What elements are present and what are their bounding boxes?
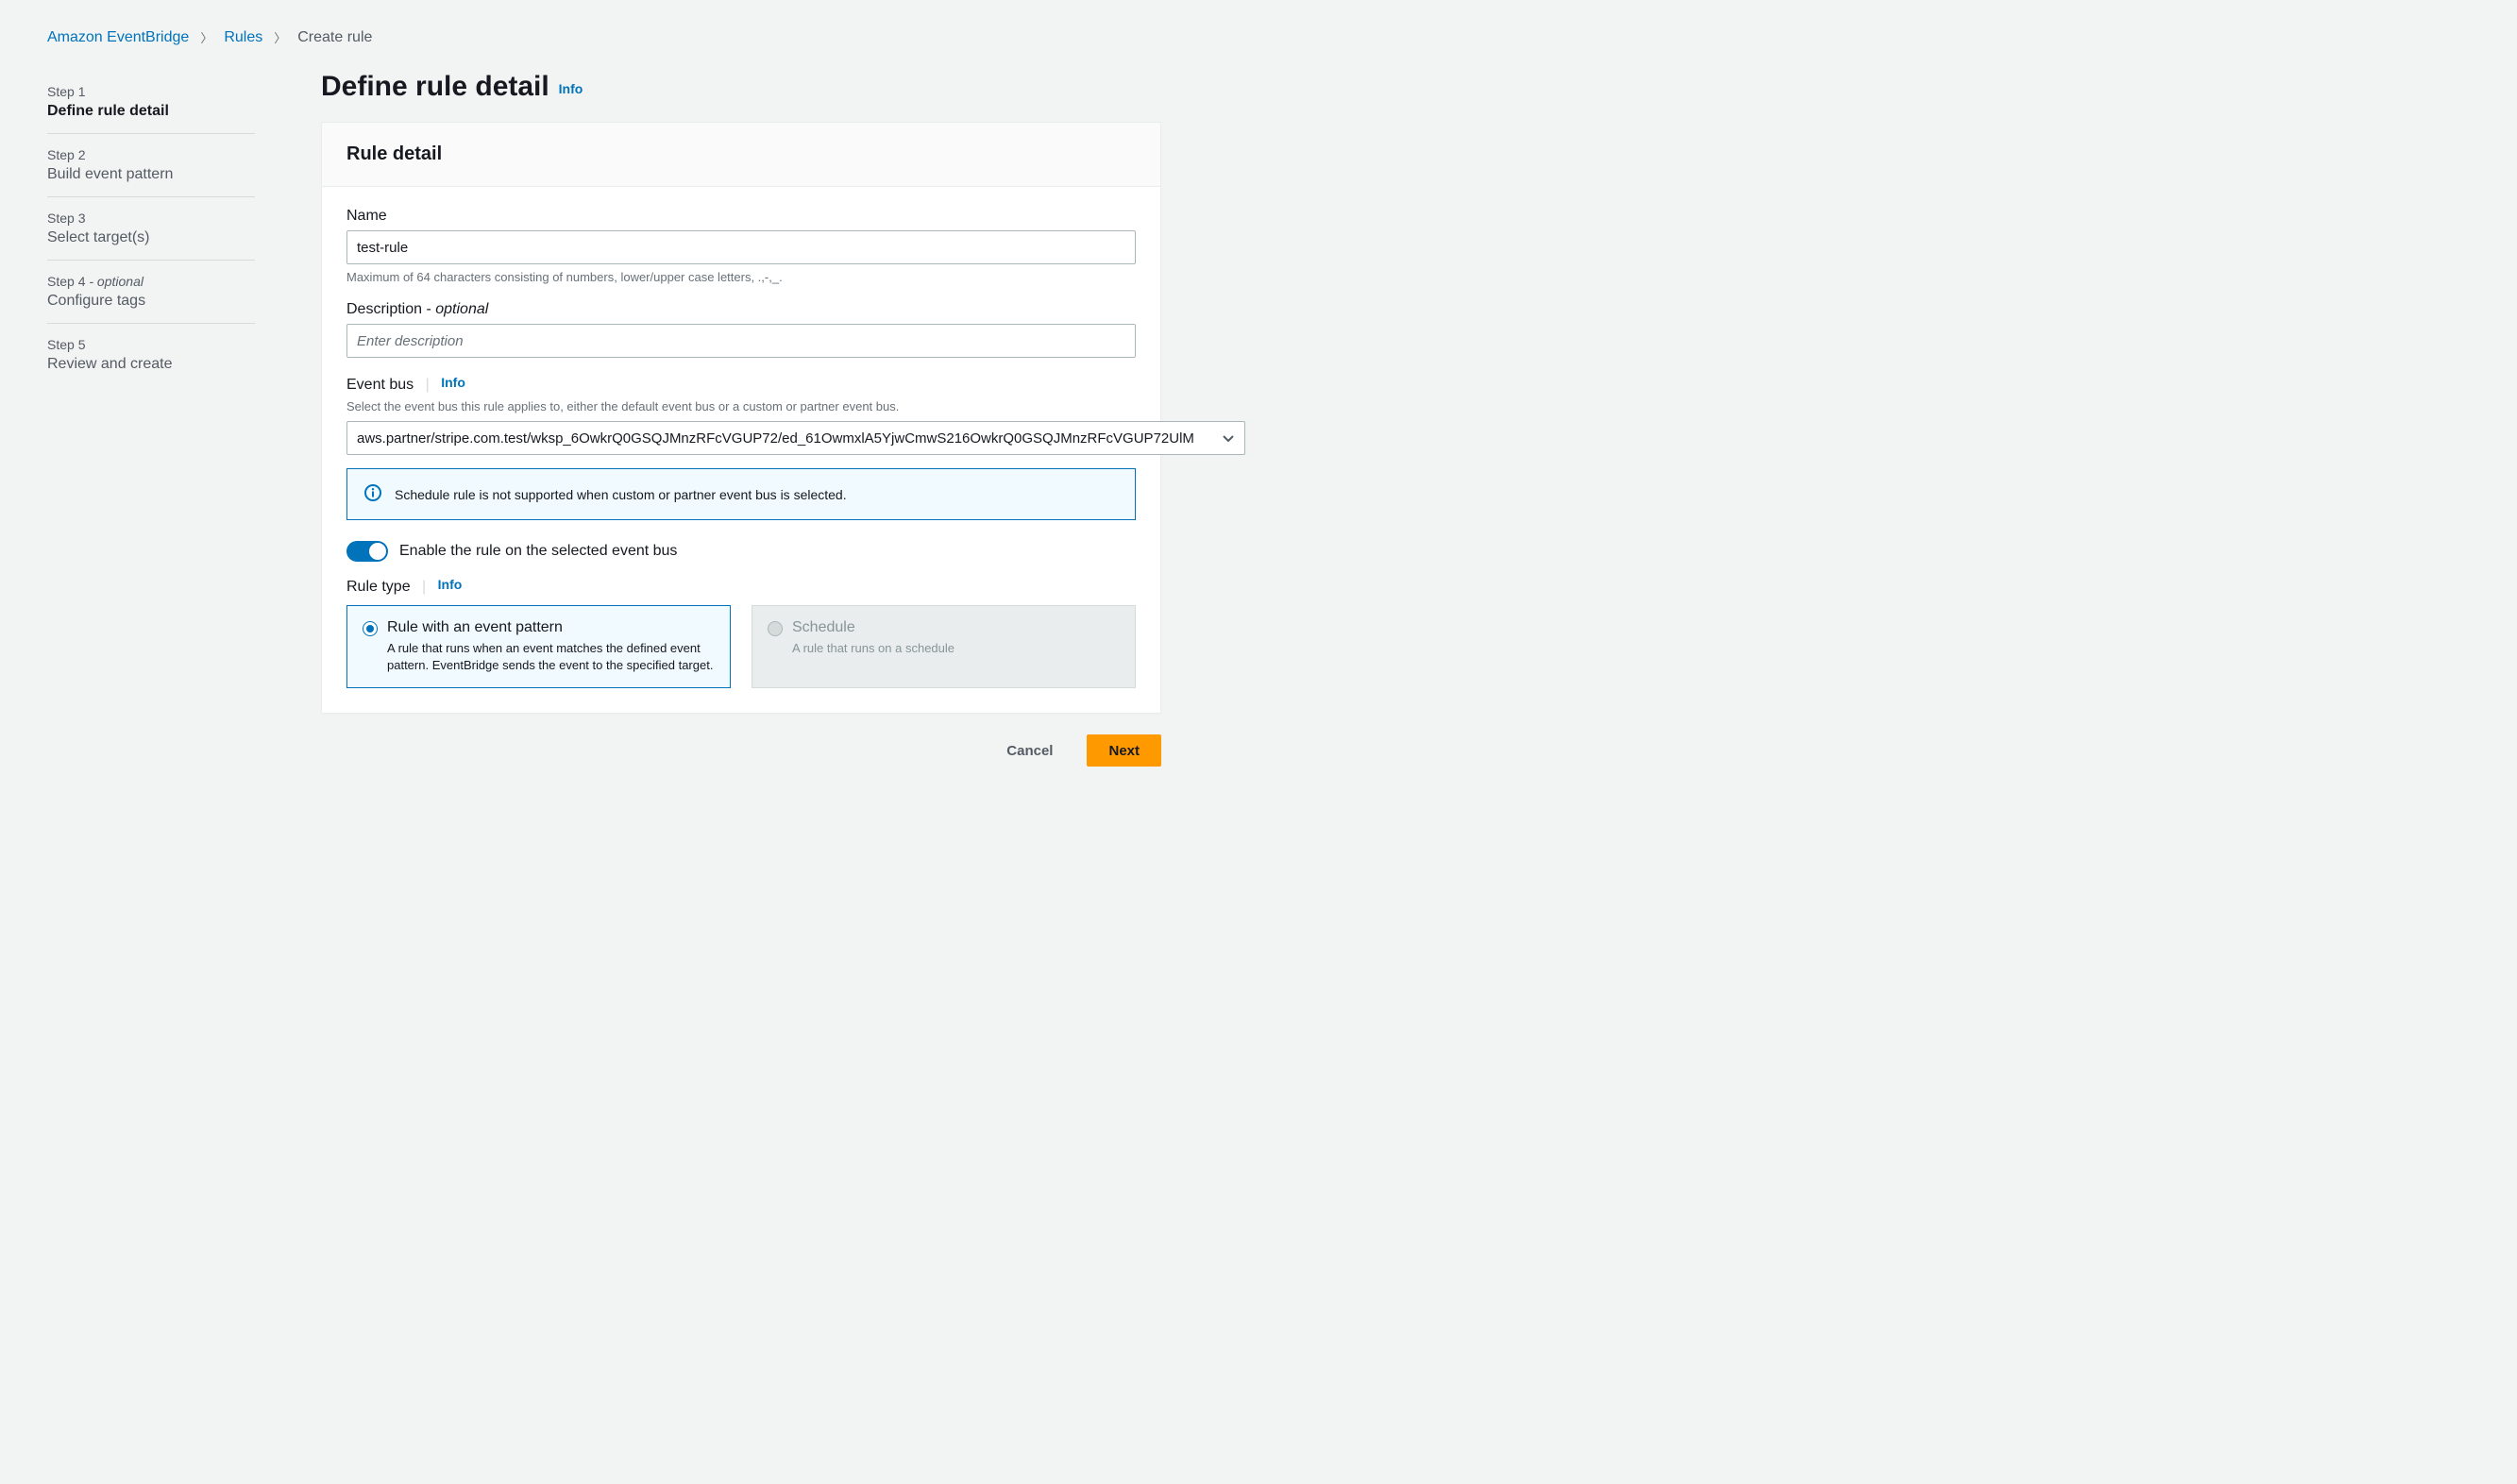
step-optional: - optional — [85, 274, 143, 289]
chevron-right-icon: 〉 — [274, 28, 286, 46]
option-title: Rule with an event pattern — [387, 619, 715, 636]
rule-type-info-link[interactable]: Info — [438, 577, 463, 592]
panel-header: Rule detail — [322, 123, 1160, 187]
rule-detail-panel: Rule detail Name Maximum of 64 character… — [321, 122, 1161, 714]
breadcrumb-rules[interactable]: Rules — [224, 29, 262, 46]
description-input[interactable] — [346, 324, 1136, 358]
event-bus-info-link[interactable]: Info — [441, 375, 465, 390]
step-name: Define rule detail — [47, 103, 255, 120]
wizard-step-5[interactable]: Step 5 Review and create — [47, 324, 255, 386]
event-bus-label: Event bus | Info — [346, 375, 1136, 394]
wizard-step-1[interactable]: Step 1 Define rule detail — [47, 71, 255, 134]
radio-icon — [768, 621, 783, 636]
event-bus-hint: Select the event bus this rule applies t… — [346, 399, 1136, 413]
event-bus-select[interactable]: aws.partner/stripe.com.test/wksp_6OwkrQ0… — [346, 421, 1245, 455]
page-title: Define rule detail — [321, 71, 549, 102]
option-desc: A rule that runs on a schedule — [792, 640, 954, 657]
step-num: Step 5 — [47, 337, 85, 352]
chevron-right-icon: 〉 — [200, 28, 212, 46]
option-desc: A rule that runs when an event matches t… — [387, 640, 715, 674]
wizard-steps: Step 1 Define rule detail Step 2 Build e… — [47, 71, 255, 386]
description-label: Description - optional — [346, 301, 1136, 318]
breadcrumb-root[interactable]: Amazon EventBridge — [47, 29, 189, 46]
wizard-step-3[interactable]: Step 3 Select target(s) — [47, 197, 255, 261]
name-input[interactable] — [346, 230, 1136, 264]
cancel-button[interactable]: Cancel — [986, 734, 1073, 767]
main-form: Define rule detail Info Rule detail Name… — [321, 71, 1161, 767]
breadcrumb: Amazon EventBridge 〉 Rules 〉 Create rule — [47, 28, 2470, 46]
wizard-step-4[interactable]: Step 4 - optional Configure tags — [47, 261, 255, 324]
info-link[interactable]: Info — [559, 81, 583, 96]
option-schedule: Schedule A rule that runs on a schedule — [752, 605, 1136, 688]
step-name: Review and create — [47, 356, 255, 373]
field-description: Description - optional — [346, 301, 1136, 358]
info-icon — [364, 484, 381, 504]
breadcrumb-current: Create rule — [297, 29, 372, 46]
rule-type-label: Rule type | Info — [346, 577, 1136, 596]
field-rule-type: Rule type | Info — [346, 577, 1136, 596]
wizard-step-2[interactable]: Step 2 Build event pattern — [47, 134, 255, 197]
info-alert: Schedule rule is not supported when cust… — [346, 468, 1136, 520]
option-title: Schedule — [792, 619, 954, 636]
step-name: Configure tags — [47, 293, 255, 310]
step-num: Step 1 — [47, 84, 85, 99]
label-text: Rule type — [346, 579, 411, 595]
event-bus-select-wrapper: aws.partner/stripe.com.test/wksp_6OwkrQ0… — [346, 421, 1136, 455]
alert-text: Schedule rule is not supported when cust… — [395, 487, 847, 502]
name-hint: Maximum of 64 characters consisting of n… — [346, 270, 1136, 284]
enable-rule-row: Enable the rule on the selected event bu… — [346, 541, 1136, 562]
step-num: Step 4 — [47, 274, 85, 289]
form-footer: Cancel Next — [321, 734, 1161, 767]
option-event-pattern[interactable]: Rule with an event pattern A rule that r… — [346, 605, 731, 688]
step-name: Build event pattern — [47, 166, 255, 183]
step-num: Step 2 — [47, 147, 85, 162]
enable-rule-label: Enable the rule on the selected event bu… — [399, 543, 677, 560]
name-label: Name — [346, 208, 1136, 225]
label-text: Event bus — [346, 377, 414, 393]
field-name: Name Maximum of 64 characters consisting… — [346, 208, 1136, 284]
label-optional: optional — [435, 301, 488, 317]
step-num: Step 3 — [47, 211, 85, 226]
label-text: Description - — [346, 301, 435, 317]
field-event-bus: Event bus | Info Select the event bus th… — [346, 375, 1136, 455]
next-button[interactable]: Next — [1087, 734, 1161, 767]
radio-icon — [363, 621, 378, 636]
rule-type-options: Rule with an event pattern A rule that r… — [346, 605, 1136, 688]
enable-rule-toggle[interactable] — [346, 541, 388, 562]
step-name: Select target(s) — [47, 229, 255, 246]
